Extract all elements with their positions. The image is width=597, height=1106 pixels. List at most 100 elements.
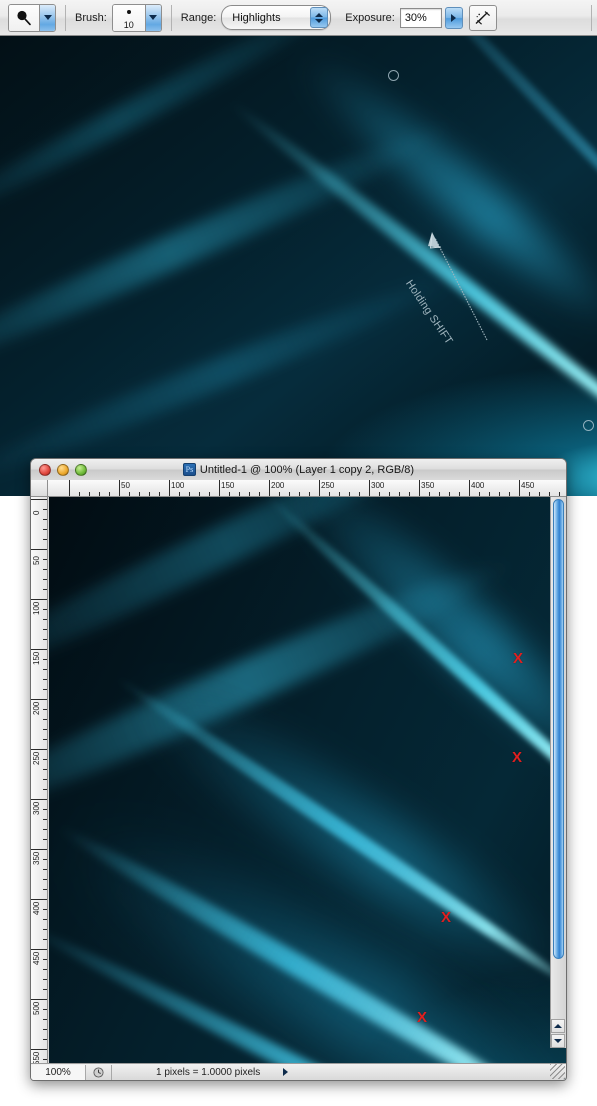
resize-grip[interactable]: [550, 1064, 565, 1079]
ruler-label: 200: [271, 482, 284, 490]
ruler-minor-tick: [43, 579, 47, 580]
ruler-minor-tick: [43, 909, 47, 910]
ruler-minor-tick: [43, 709, 47, 710]
ruler-major-tick: [31, 799, 47, 800]
ruler-minor-tick: [339, 492, 340, 496]
ruler-major-tick: [269, 480, 270, 496]
horizontal-ruler[interactable]: 50100150200250300350400450: [48, 480, 567, 497]
ruler-minor-tick: [43, 529, 47, 530]
ruler-minor-tick: [43, 539, 47, 540]
scroll-down-arrow[interactable]: [551, 1034, 565, 1048]
ruler-minor-tick: [239, 492, 240, 496]
ruler-minor-tick: [539, 492, 540, 496]
vertical-scrollbar[interactable]: [550, 497, 566, 1048]
ruler-minor-tick: [379, 492, 380, 496]
ruler-minor-tick: [43, 959, 47, 960]
ruler-minor-tick: [439, 492, 440, 496]
document-window[interactable]: Ps Untitled-1 @ 100% (Layer 1 copy 2, RG…: [30, 458, 567, 1081]
minimize-button[interactable]: [57, 464, 69, 476]
dodge-tool-icon[interactable]: [9, 5, 39, 31]
ruler-major-tick: [69, 480, 70, 496]
ruler-minor-tick: [199, 492, 200, 496]
ruler-label: 0: [33, 511, 41, 515]
title-bar[interactable]: Ps Untitled-1 @ 100% (Layer 1 copy 2, RG…: [31, 459, 566, 481]
scroll-up-arrow[interactable]: [551, 1019, 565, 1033]
brush-popup-button[interactable]: [145, 5, 161, 31]
tool-preset-popup-button[interactable]: [39, 5, 55, 31]
ruler-label: 50: [121, 482, 130, 490]
ruler-major-tick: [31, 699, 47, 700]
ruler-minor-tick: [329, 492, 330, 496]
ruler-minor-tick: [259, 492, 260, 496]
ruler-label: 150: [221, 482, 234, 490]
brush-preview[interactable]: 10: [113, 5, 145, 31]
ruler-minor-tick: [229, 492, 230, 496]
ruler-minor-tick: [249, 492, 250, 496]
zoom-button[interactable]: [75, 464, 87, 476]
ruler-major-tick: [31, 749, 47, 750]
ruler-label: 300: [371, 482, 384, 490]
vertical-ruler[interactable]: 050100150200250300350400450500550600650: [31, 497, 48, 1081]
triangle-down-icon: [554, 1039, 562, 1043]
ruler-minor-tick: [109, 492, 110, 496]
ruler-minor-tick: [209, 492, 210, 496]
ruler-minor-tick: [43, 969, 47, 970]
ruler-major-tick: [31, 849, 47, 850]
ruler-minor-tick: [399, 492, 400, 496]
vertical-scroll-thumb[interactable]: [553, 499, 564, 959]
ruler-minor-tick: [43, 629, 47, 630]
ruler-minor-tick: [43, 889, 47, 890]
ruler-major-tick: [419, 480, 420, 496]
ruler-major-tick: [169, 480, 170, 496]
ruler-minor-tick: [43, 789, 47, 790]
ruler-minor-tick: [559, 492, 560, 496]
exposure-input[interactable]: 30%: [400, 8, 442, 28]
ruler-label: 350: [421, 482, 434, 490]
ruler-minor-tick: [79, 492, 80, 496]
ruler-minor-tick: [43, 609, 47, 610]
brush-preset-well[interactable]: 10: [112, 4, 162, 32]
ruler-label: 500: [33, 1002, 41, 1015]
ruler-label: 300: [33, 802, 41, 815]
image-canvas[interactable]: XXXX: [49, 497, 567, 1081]
ruler-major-tick: [31, 549, 47, 550]
ruler-minor-tick: [43, 569, 47, 570]
ruler-minor-tick: [43, 979, 47, 980]
triangle-up-icon: [554, 1024, 562, 1028]
ruler-label: 100: [33, 602, 41, 615]
ruler-minor-tick: [43, 1039, 47, 1040]
triangle-right-icon: [283, 1068, 288, 1076]
ruler-minor-tick: [43, 689, 47, 690]
range-select[interactable]: Highlights: [221, 5, 331, 30]
brush-tip-icon: [127, 10, 131, 14]
ruler-major-tick: [31, 999, 47, 1000]
ruler-minor-tick: [43, 769, 47, 770]
ruler-label: 200: [33, 702, 41, 715]
ruler-label: 400: [471, 482, 484, 490]
exposure-popup-button[interactable]: [445, 7, 463, 29]
ruler-minor-tick: [129, 492, 130, 496]
close-button[interactable]: [39, 464, 51, 476]
brush-label: Brush:: [75, 12, 107, 24]
clock-icon[interactable]: [86, 1065, 112, 1080]
ruler-minor-tick: [43, 929, 47, 930]
artwork-gradient: [0, 36, 597, 496]
ruler-minor-tick: [359, 492, 360, 496]
ruler-label: 250: [33, 752, 41, 765]
airbrush-toggle-button[interactable]: [469, 5, 497, 31]
zoom-level-field[interactable]: 100%: [31, 1065, 86, 1080]
ruler-minor-tick: [43, 809, 47, 810]
ruler-minor-tick: [43, 1059, 47, 1060]
ruler-minor-tick: [389, 492, 390, 496]
status-popup-button[interactable]: [278, 1065, 292, 1080]
tool-preset-well[interactable]: [8, 4, 56, 32]
ruler-corner[interactable]: [31, 480, 48, 497]
annotation-x-mark: X: [417, 1010, 427, 1025]
ruler-major-tick: [469, 480, 470, 496]
ruler-minor-tick: [89, 492, 90, 496]
ruler-minor-tick: [459, 492, 460, 496]
range-value: Highlights: [222, 12, 280, 24]
ruler-minor-tick: [139, 492, 140, 496]
range-stepper-icon[interactable]: [310, 7, 328, 28]
ruler-label: 450: [33, 952, 41, 965]
